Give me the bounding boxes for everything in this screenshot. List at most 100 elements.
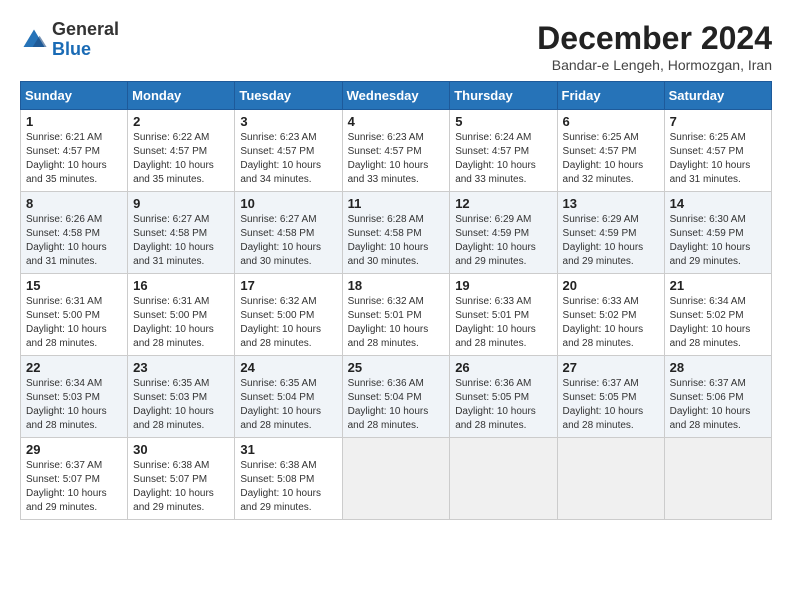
calendar-week-5: 29 Sunrise: 6:37 AM Sunset: 5:07 PM Dayli… xyxy=(21,438,772,520)
calendar-day-28: 28 Sunrise: 6:37 AM Sunset: 5:06 PM Dayli… xyxy=(664,356,771,438)
calendar-week-4: 22 Sunrise: 6:34 AM Sunset: 5:03 PM Dayli… xyxy=(21,356,772,438)
calendar-day-8: 8 Sunrise: 6:26 AM Sunset: 4:58 PM Daylig… xyxy=(21,192,128,274)
day-number-30: 30 xyxy=(133,442,229,457)
calendar-day-empty xyxy=(450,438,557,520)
calendar-day-11: 11Sunrise: 6:28 AM Sunset: 4:58 PM Dayli… xyxy=(342,192,450,274)
calendar-week-3: 15 Sunrise: 6:31 AM Sunset: 5:00 PM Dayli… xyxy=(21,274,772,356)
calendar-day-16: 16 Sunrise: 6:31 AM Sunset: 5:00 PM Dayli… xyxy=(128,274,235,356)
day-info-14: Sunrise: 6:30 AM Sunset: 4:59 PM Dayligh… xyxy=(670,213,766,269)
day-info-26: Sunrise: 6:36 AM Sunset: 5:05 PM Dayligh… xyxy=(455,377,551,433)
day-info-19: Sunrise: 6:33 AM Sunset: 5:01 PM Dayligh… xyxy=(455,295,551,351)
day-info-29: Sunrise: 6:37 AM Sunset: 5:07 PM Dayligh… xyxy=(26,459,122,515)
calendar-table: SundayMondayTuesdayWednesdayThursdayFrid… xyxy=(20,81,772,520)
day-number-23: 23 xyxy=(133,360,229,375)
day-number-5: 5 xyxy=(455,114,551,129)
day-info-15: Sunrise: 6:31 AM Sunset: 5:00 PM Dayligh… xyxy=(26,295,122,351)
day-info-9: Sunrise: 6:27 AM Sunset: 4:58 PM Dayligh… xyxy=(133,213,229,269)
day-info-17: Sunrise: 6:32 AM Sunset: 5:00 PM Dayligh… xyxy=(240,295,336,351)
day-number-9: 9 xyxy=(133,196,229,211)
day-number-4: 4 xyxy=(348,114,445,129)
day-info-6: Sunrise: 6:25 AM Sunset: 4:57 PM Dayligh… xyxy=(563,131,659,187)
day-number-27: 27 xyxy=(563,360,659,375)
calendar-day-30: 30 Sunrise: 6:38 AM Sunset: 5:07 PM Dayli… xyxy=(128,438,235,520)
day-info-18: Sunrise: 6:32 AM Sunset: 5:01 PM Dayligh… xyxy=(348,295,445,351)
day-number-24: 24 xyxy=(240,360,336,375)
day-info-21: Sunrise: 6:34 AM Sunset: 5:02 PM Dayligh… xyxy=(670,295,766,351)
day-info-28: Sunrise: 6:37 AM Sunset: 5:06 PM Dayligh… xyxy=(670,377,766,433)
day-number-25: 25 xyxy=(348,360,445,375)
location-subtitle: Bandar-e Lengeh, Hormozgan, Iran xyxy=(537,57,772,73)
calendar-day-2: 2Sunrise: 6:22 AM Sunset: 4:57 PM Daylig… xyxy=(128,110,235,192)
calendar-week-2: 8 Sunrise: 6:26 AM Sunset: 4:58 PM Daylig… xyxy=(21,192,772,274)
day-number-18: 18 xyxy=(348,278,445,293)
calendar-day-18: 18 Sunrise: 6:32 AM Sunset: 5:01 PM Dayli… xyxy=(342,274,450,356)
calendar-day-17: 17 Sunrise: 6:32 AM Sunset: 5:00 PM Dayli… xyxy=(235,274,342,356)
day-info-23: Sunrise: 6:35 AM Sunset: 5:03 PM Dayligh… xyxy=(133,377,229,433)
day-number-1: 1 xyxy=(26,114,122,129)
logo-text: General Blue xyxy=(52,20,119,60)
day-number-14: 14 xyxy=(670,196,766,211)
calendar-day-9: 9 Sunrise: 6:27 AM Sunset: 4:58 PM Daylig… xyxy=(128,192,235,274)
page-header: General Blue December 2024 Bandar-e Leng… xyxy=(20,20,772,73)
day-number-16: 16 xyxy=(133,278,229,293)
day-number-10: 10 xyxy=(240,196,336,211)
header-friday: Friday xyxy=(557,82,664,110)
calendar-day-13: 13 Sunrise: 6:29 AM Sunset: 4:59 PM Dayli… xyxy=(557,192,664,274)
day-number-17: 17 xyxy=(240,278,336,293)
header-wednesday: Wednesday xyxy=(342,82,450,110)
day-info-10: Sunrise: 6:27 AM Sunset: 4:58 PM Dayligh… xyxy=(240,213,336,269)
calendar-day-4: 4 Sunrise: 6:23 AM Sunset: 4:57 PM Daylig… xyxy=(342,110,450,192)
calendar-day-10: 10 Sunrise: 6:27 AM Sunset: 4:58 PM Dayli… xyxy=(235,192,342,274)
calendar-day-12: 12Sunrise: 6:29 AM Sunset: 4:59 PM Dayli… xyxy=(450,192,557,274)
day-number-29: 29 xyxy=(26,442,122,457)
day-info-3: Sunrise: 6:23 AM Sunset: 4:57 PM Dayligh… xyxy=(240,131,336,187)
calendar-day-7: 7 Sunrise: 6:25 AM Sunset: 4:57 PM Daylig… xyxy=(664,110,771,192)
day-number-31: 31 xyxy=(240,442,336,457)
calendar-day-empty xyxy=(557,438,664,520)
title-section: December 2024 Bandar-e Lengeh, Hormozgan… xyxy=(537,20,772,73)
calendar-day-22: 22 Sunrise: 6:34 AM Sunset: 5:03 PM Dayli… xyxy=(21,356,128,438)
month-year-title: December 2024 xyxy=(537,20,772,57)
day-info-5: Sunrise: 6:24 AM Sunset: 4:57 PM Dayligh… xyxy=(455,131,551,187)
day-info-25: Sunrise: 6:36 AM Sunset: 5:04 PM Dayligh… xyxy=(348,377,445,433)
day-info-27: Sunrise: 6:37 AM Sunset: 5:05 PM Dayligh… xyxy=(563,377,659,433)
calendar-day-23: 23 Sunrise: 6:35 AM Sunset: 5:03 PM Dayli… xyxy=(128,356,235,438)
header-thursday: Thursday xyxy=(450,82,557,110)
header-sunday: Sunday xyxy=(21,82,128,110)
header-tuesday: Tuesday xyxy=(235,82,342,110)
day-info-13: Sunrise: 6:29 AM Sunset: 4:59 PM Dayligh… xyxy=(563,213,659,269)
calendar-day-25: 25 Sunrise: 6:36 AM Sunset: 5:04 PM Dayli… xyxy=(342,356,450,438)
calendar-day-29: 29 Sunrise: 6:37 AM Sunset: 5:07 PM Dayli… xyxy=(21,438,128,520)
calendar-day-14: 14 Sunrise: 6:30 AM Sunset: 4:59 PM Dayli… xyxy=(664,192,771,274)
day-info-8: Sunrise: 6:26 AM Sunset: 4:58 PM Dayligh… xyxy=(26,213,122,269)
calendar-day-24: 24Sunrise: 6:35 AM Sunset: 5:04 PM Dayli… xyxy=(235,356,342,438)
day-number-22: 22 xyxy=(26,360,122,375)
day-info-16: Sunrise: 6:31 AM Sunset: 5:00 PM Dayligh… xyxy=(133,295,229,351)
day-number-15: 15 xyxy=(26,278,122,293)
calendar-day-20: 20Sunrise: 6:33 AM Sunset: 5:02 PM Dayli… xyxy=(557,274,664,356)
day-info-2: Sunrise: 6:22 AM Sunset: 4:57 PM Dayligh… xyxy=(133,131,229,187)
day-info-31: Sunrise: 6:38 AM Sunset: 5:08 PM Dayligh… xyxy=(240,459,336,515)
calendar-day-15: 15 Sunrise: 6:31 AM Sunset: 5:00 PM Dayli… xyxy=(21,274,128,356)
day-number-21: 21 xyxy=(670,278,766,293)
day-number-3: 3 xyxy=(240,114,336,129)
calendar-day-21: 21 Sunrise: 6:34 AM Sunset: 5:02 PM Dayli… xyxy=(664,274,771,356)
calendar-day-empty xyxy=(342,438,450,520)
day-number-7: 7 xyxy=(670,114,766,129)
day-info-22: Sunrise: 6:34 AM Sunset: 5:03 PM Dayligh… xyxy=(26,377,122,433)
day-info-30: Sunrise: 6:38 AM Sunset: 5:07 PM Dayligh… xyxy=(133,459,229,515)
calendar-day-5: 5 Sunrise: 6:24 AM Sunset: 4:57 PM Daylig… xyxy=(450,110,557,192)
day-number-13: 13 xyxy=(563,196,659,211)
day-info-1: Sunrise: 6:21 AM Sunset: 4:57 PM Dayligh… xyxy=(26,131,122,187)
day-info-7: Sunrise: 6:25 AM Sunset: 4:57 PM Dayligh… xyxy=(670,131,766,187)
day-number-28: 28 xyxy=(670,360,766,375)
header-saturday: Saturday xyxy=(664,82,771,110)
calendar-header-row: SundayMondayTuesdayWednesdayThursdayFrid… xyxy=(21,82,772,110)
calendar-day-empty xyxy=(664,438,771,520)
day-info-12: Sunrise: 6:29 AM Sunset: 4:59 PM Dayligh… xyxy=(455,213,551,269)
day-info-11: Sunrise: 6:28 AM Sunset: 4:58 PM Dayligh… xyxy=(348,213,445,269)
calendar-day-1: 1 Sunrise: 6:21 AM Sunset: 4:57 PM Daylig… xyxy=(21,110,128,192)
day-number-19: 19 xyxy=(455,278,551,293)
day-number-8: 8 xyxy=(26,196,122,211)
day-info-4: Sunrise: 6:23 AM Sunset: 4:57 PM Dayligh… xyxy=(348,131,445,187)
